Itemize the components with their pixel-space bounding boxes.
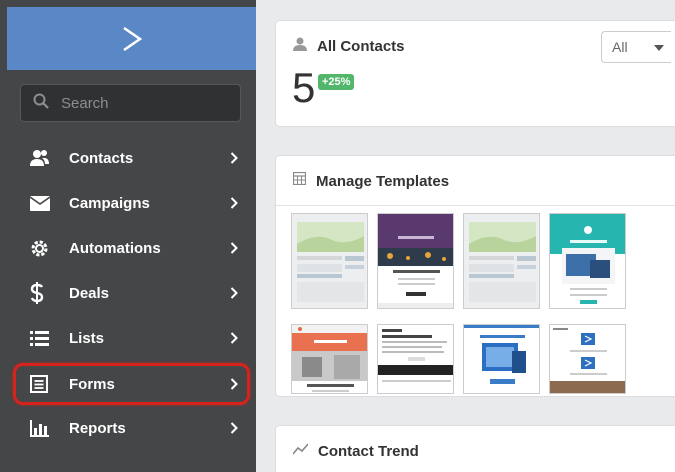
template-thumbnail-2[interactable]	[377, 213, 454, 309]
line-chart-icon	[292, 442, 309, 460]
change-badge: +25%	[318, 74, 355, 90]
chevron-right-icon	[224, 152, 244, 164]
templates-card-title: Manage Templates	[316, 172, 450, 190]
trend-card-title: Contact Trend	[318, 442, 419, 460]
sidebar-item-lists[interactable]: Lists	[20, 318, 244, 358]
chevron-right-icon	[224, 287, 244, 299]
templates-card: Manage Templates	[275, 155, 675, 397]
contacts-card-title: All Contacts	[317, 37, 405, 55]
sidebar-item-label: Campaigns	[69, 194, 150, 212]
envelope-icon	[20, 195, 56, 211]
dollar-icon	[20, 282, 56, 304]
sidebar-item-campaigns[interactable]: Campaigns	[20, 183, 244, 223]
sidebar-item-label: Automations	[69, 239, 161, 257]
template-thumbnail-3[interactable]	[463, 213, 540, 309]
list-icon	[20, 330, 56, 346]
contacts-count: 5	[292, 64, 316, 111]
template-thumbnail-7[interactable]	[463, 324, 540, 394]
templates-card-header: Manage Templates	[276, 156, 675, 206]
sidebar-item-label: Contacts	[69, 149, 134, 167]
template-thumbnail-5[interactable]	[291, 324, 368, 394]
sidebar-header	[7, 7, 256, 70]
template-thumbnail-6[interactable]	[377, 324, 454, 394]
sidebar-item-contacts[interactable]: Contacts	[20, 138, 244, 178]
contacts-icon	[20, 149, 56, 167]
contacts-card: All Contacts 5 +25% All	[275, 20, 675, 127]
logo-icon[interactable]	[121, 26, 143, 52]
chevron-right-icon	[224, 422, 244, 434]
contacts-filter-select[interactable]: All	[601, 31, 671, 63]
sidebar: Contacts Campaigns Automations Deals Lis…	[0, 0, 256, 472]
template-thumbnail-1[interactable]	[291, 213, 368, 309]
forms-highlight-outline	[13, 363, 250, 405]
search-input[interactable]	[61, 94, 221, 112]
chevron-right-icon	[224, 197, 244, 209]
user-icon	[293, 37, 307, 56]
sidebar-item-reports[interactable]: Reports	[20, 408, 244, 448]
sidebar-item-automations[interactable]: Automations	[20, 228, 244, 268]
sidebar-item-label: Deals	[69, 284, 110, 302]
trend-card-header: Contact Trend	[276, 426, 675, 472]
caret-down-icon	[654, 45, 664, 51]
sidebar-item-label: Reports	[69, 419, 126, 437]
search-icon	[33, 93, 49, 114]
filter-value: All	[612, 39, 628, 55]
chevron-right-icon	[224, 242, 244, 254]
chevron-right-icon	[224, 332, 244, 344]
gear-icon	[20, 239, 56, 258]
search-box[interactable]	[20, 84, 241, 122]
template-thumbnail-4[interactable]	[549, 213, 626, 309]
trend-card: Contact Trend	[275, 425, 675, 472]
template-icon	[292, 171, 307, 190]
template-thumbnail-8[interactable]	[549, 324, 626, 394]
divider	[276, 205, 675, 206]
sidebar-item-deals[interactable]: Deals	[20, 273, 244, 313]
bar-chart-icon	[20, 419, 56, 437]
sidebar-item-label: Lists	[69, 329, 105, 347]
